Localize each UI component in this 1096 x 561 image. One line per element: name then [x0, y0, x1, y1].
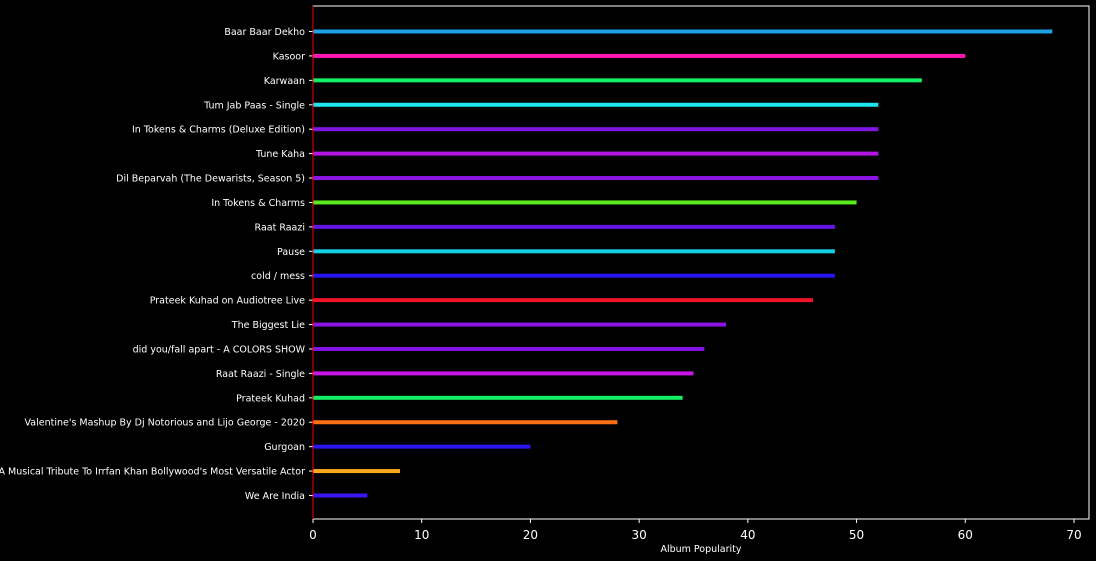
category-label: Tune Kaha [255, 149, 305, 160]
category-label: Raat Raazi [255, 222, 305, 233]
bar [313, 420, 618, 425]
bar [313, 29, 1053, 34]
category-label: Baar Baar Dekho [224, 27, 305, 38]
bar [313, 273, 835, 278]
category-label: Pause [277, 247, 305, 258]
bar [313, 371, 694, 376]
x-tick-label: 10 [414, 528, 429, 542]
bar [313, 102, 879, 107]
x-axis-title: Album Popularity [660, 544, 741, 555]
bar [313, 224, 835, 229]
bar [313, 444, 531, 449]
x-tick-label: 0 [309, 528, 317, 542]
category-label: Tum Jab Paas - Single [203, 100, 305, 111]
category-label: We Are India [245, 491, 305, 502]
x-tick-label: 20 [523, 528, 538, 542]
category-label: Prateek Kuhad [236, 393, 305, 404]
x-tick-label: 40 [740, 528, 755, 542]
bar [313, 469, 400, 474]
category-label: Kasoor [273, 51, 305, 62]
bar [313, 346, 705, 351]
x-tick-label: 50 [849, 528, 864, 542]
category-label: did you/fall apart - A COLORS SHOW [133, 344, 306, 355]
category-label: Raat Raazi - Single [216, 369, 305, 380]
bar [313, 249, 835, 254]
x-tick-label: 60 [958, 528, 973, 542]
bar-chart: Baar Baar Dekho Kasoor Karwaan Tum Jab Paas… [0, 0, 1096, 561]
bar [313, 53, 966, 58]
bar [313, 151, 879, 156]
category-label: The Biggest Lie [231, 320, 305, 331]
bar [313, 395, 683, 400]
bar [313, 78, 922, 83]
bar [313, 298, 814, 303]
category-label: Dil Beparvah (The Dewarists, Season 5) [116, 174, 305, 185]
category-label: Karwaan [264, 76, 305, 87]
x-tick-label: 30 [632, 528, 647, 542]
category-label: Prateek Kuhad on Audiotree Live [150, 296, 305, 307]
category-label: A Musical Tribute To Irrfan Khan Bollywo… [0, 467, 305, 478]
category-label: In Tokens & Charms [211, 198, 305, 209]
bar [313, 127, 879, 132]
category-label: Gurgoan [264, 442, 305, 453]
bar [313, 200, 857, 205]
category-label: cold / mess [251, 271, 305, 282]
category-label: Valentine's Mashup By Dj Notorious and L… [25, 418, 305, 429]
x-tick-label: 70 [1066, 528, 1081, 542]
bar [313, 322, 727, 327]
category-label: In Tokens & Charms (Deluxe Edition) [132, 125, 305, 136]
bar [313, 493, 368, 498]
bar [313, 176, 879, 181]
